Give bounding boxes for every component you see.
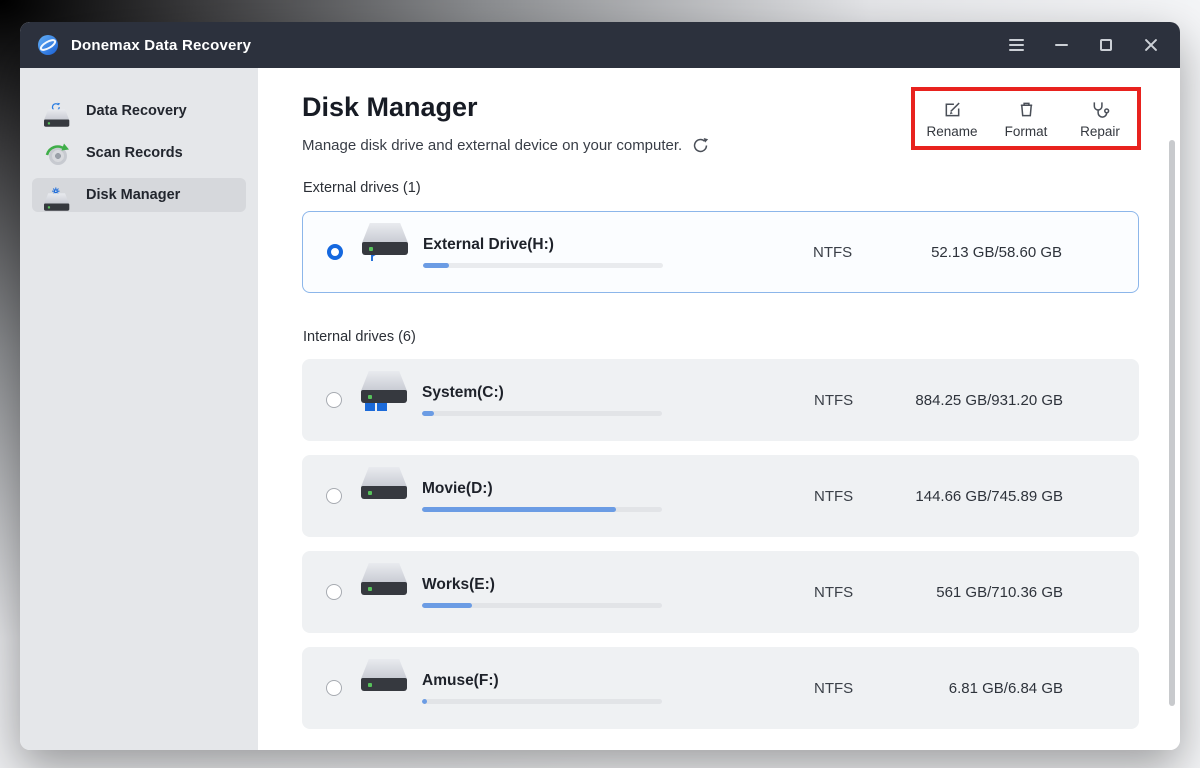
repair-button[interactable]: Repair — [1074, 100, 1126, 139]
sidebar-item-data-recovery[interactable]: Data Recovery — [32, 94, 246, 128]
radio-unselected[interactable] — [326, 584, 342, 600]
radio-unselected[interactable] — [326, 680, 342, 696]
drive-name: Works(E:) — [422, 576, 662, 594]
drive-name: Movie(D:) — [422, 480, 662, 498]
capacity-label: 144.66 GB/745.89 GB — [878, 488, 1063, 505]
filesystem-label: NTFS — [814, 488, 878, 505]
repair-icon — [1091, 100, 1110, 119]
titlebar: Donemax Data Recovery — [20, 22, 1180, 68]
maximize-icon[interactable] — [1097, 36, 1115, 54]
filesystem-label: NTFS — [813, 244, 877, 261]
filesystem-label: NTFS — [814, 392, 878, 409]
desktop-background: Donemax Data Recovery — [0, 0, 1200, 768]
sidebar-item-disk-manager[interactable]: Disk Manager — [32, 178, 246, 212]
capacity-bar-fill — [422, 603, 472, 608]
rename-icon — [943, 100, 962, 119]
close-icon[interactable] — [1142, 36, 1160, 54]
filesystem-label: NTFS — [814, 680, 878, 697]
radio-unselected[interactable] — [326, 392, 342, 408]
menu-icon[interactable] — [1007, 36, 1025, 54]
capacity-label: 884.25 GB/931.20 GB — [878, 392, 1063, 409]
drive-refresh-icon — [42, 97, 76, 125]
sidebar-item-label: Disk Manager — [86, 187, 180, 203]
scan-records-icon — [42, 139, 76, 167]
capacity-bar-fill — [422, 699, 427, 704]
drive-row-system-c[interactable]: System(C:) NTFS 884.25 GB/931.20 GB — [302, 359, 1139, 441]
sidebar-item-label: Data Recovery — [86, 103, 187, 119]
rename-label: Rename — [926, 124, 977, 139]
sidebar: Data Recovery Scan Records — [20, 68, 258, 750]
capacity-bar — [422, 507, 662, 512]
page-subtitle: Manage disk drive and external device on… — [302, 137, 682, 154]
radio-unselected[interactable] — [326, 488, 342, 504]
window-controls — [1007, 36, 1160, 54]
capacity-bar — [422, 411, 662, 416]
capacity-bar — [422, 603, 662, 608]
drive-name: Amuse(F:) — [422, 672, 662, 690]
drive-row-external-h[interactable]: External Drive(H:) NTFS 52.13 GB/58.60 G… — [302, 211, 1139, 293]
rename-button[interactable]: Rename — [926, 100, 978, 139]
window-title: Donemax Data Recovery — [71, 37, 251, 54]
refresh-icon[interactable] — [692, 137, 709, 154]
capacity-bar — [423, 263, 663, 268]
capacity-label: 561 GB/710.36 GB — [878, 584, 1063, 601]
format-label: Format — [1005, 124, 1048, 139]
format-icon — [1017, 100, 1036, 119]
capacity-bar-fill — [422, 411, 434, 416]
repair-label: Repair — [1080, 124, 1120, 139]
minimize-icon[interactable] — [1052, 36, 1070, 54]
main-panel: Disk Manager Manage disk drive and exter… — [258, 68, 1180, 750]
radio-selected[interactable] — [327, 244, 343, 260]
app-window: Donemax Data Recovery — [20, 22, 1180, 750]
capacity-label: 6.81 GB/6.84 GB — [878, 680, 1063, 697]
drive-name: External Drive(H:) — [423, 236, 663, 254]
sidebar-item-scan-records[interactable]: Scan Records — [32, 136, 246, 170]
section-title-internal-drives: Internal drives (6) — [303, 329, 1139, 345]
capacity-bar-fill — [422, 507, 616, 512]
drive-actions-toolbar-highlight: Rename Format — [911, 87, 1141, 150]
drive-row-works-e[interactable]: Works(E:) NTFS 561 GB/710.36 GB — [302, 551, 1139, 633]
sidebar-item-label: Scan Records — [86, 145, 183, 161]
scrollbar-thumb[interactable] — [1169, 140, 1175, 706]
drive-gear-icon — [42, 181, 76, 209]
capacity-bar — [422, 699, 662, 704]
capacity-bar-fill — [423, 263, 449, 268]
capacity-label: 52.13 GB/58.60 GB — [877, 244, 1062, 261]
section-title-external-drives: External drives (1) — [303, 180, 1139, 196]
format-button[interactable]: Format — [1000, 100, 1052, 139]
drive-name: System(C:) — [422, 384, 662, 402]
filesystem-label: NTFS — [814, 584, 878, 601]
drive-row-amuse-f[interactable]: Amuse(F:) NTFS 6.81 GB/6.84 GB — [302, 647, 1139, 729]
drive-row-movie-d[interactable]: Movie(D:) NTFS 144.66 GB/745.89 GB — [302, 455, 1139, 537]
app-logo-icon — [37, 34, 59, 56]
